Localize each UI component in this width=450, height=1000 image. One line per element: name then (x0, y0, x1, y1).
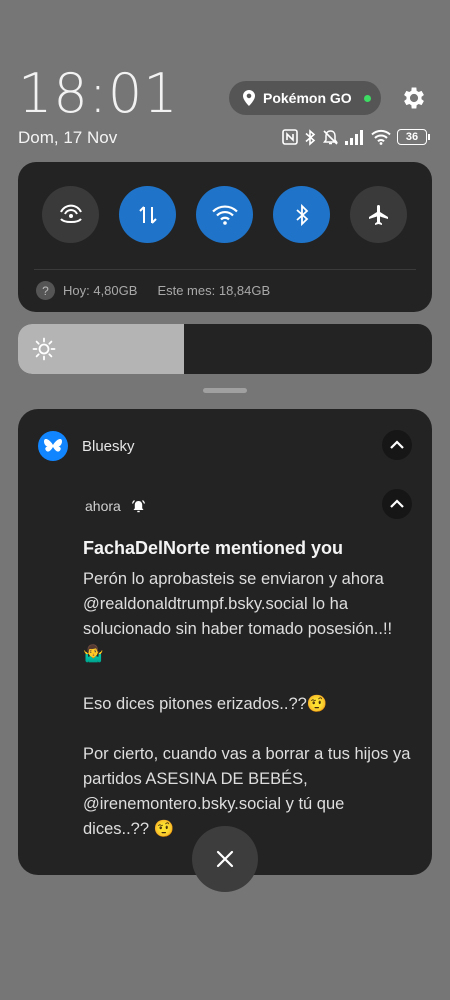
settings-gear-icon[interactable] (400, 84, 428, 112)
bluetooth-icon (295, 203, 308, 226)
notification-card[interactable]: Bluesky ahora FachaDelNorte mentioned yo… (18, 409, 432, 875)
notification-time: ahora (85, 498, 121, 514)
bluetooth-status-icon (305, 128, 316, 146)
status-bar-icons: 36 (282, 126, 430, 148)
help-icon: ? (36, 281, 55, 300)
airplane-mode-icon (368, 204, 388, 225)
notification-app-name: Bluesky (82, 437, 135, 455)
close-icon (216, 850, 234, 868)
chevron-up-icon (390, 499, 404, 508)
drag-handle[interactable] (203, 388, 247, 393)
notification-body: Perón lo aprobasteis se enviaron y ahora… (83, 570, 411, 838)
bluesky-butterfly-icon (38, 431, 68, 461)
hotspot-toggle[interactable] (42, 186, 99, 243)
mobile-data-toggle[interactable] (119, 186, 176, 243)
quick-toggles-row (42, 186, 407, 243)
divider (34, 269, 416, 270)
data-usage-month: Este mes: 18,84GB (157, 283, 271, 298)
wifi-toggle[interactable] (196, 186, 253, 243)
chevron-up-icon (390, 440, 404, 449)
active-app-name: Pokémon GO (263, 90, 352, 106)
quick-settings-panel: ? Hoy: 4,80GB Este mes: 18,84GB (18, 162, 432, 312)
mobile-data-icon (138, 205, 157, 224)
nfc-icon (282, 129, 298, 145)
collapse-group-button[interactable] (382, 430, 412, 460)
notification-time-row: ahora (85, 498, 146, 514)
silent-bell-icon (323, 129, 338, 145)
bluetooth-toggle[interactable] (273, 186, 330, 243)
date-label: Dom, 17 Nov (18, 128, 118, 147)
data-usage-row[interactable]: ? Hoy: 4,80GB Este mes: 18,84GB (36, 281, 270, 300)
battery-icon: 36 (397, 129, 430, 145)
location-pin-icon (243, 90, 255, 106)
airplane-mode-toggle[interactable] (350, 186, 407, 243)
clock: 18:01 (18, 62, 179, 125)
alarm-bell-icon (131, 499, 145, 512)
clear-notifications-button[interactable] (192, 826, 258, 892)
wifi-status-icon (371, 129, 391, 145)
wifi-icon (211, 204, 238, 225)
data-usage-today: Hoy: 4,80GB (63, 283, 138, 298)
brightness-slider[interactable] (18, 324, 432, 374)
active-indicator-dot (363, 94, 371, 102)
active-app-pill[interactable]: Pokémon GO (229, 81, 381, 115)
notification-title: FachaDelNorte mentioned you (83, 538, 344, 558)
signal-icon (345, 129, 363, 145)
notification-header: Bluesky (38, 431, 135, 461)
brightness-sun-icon (32, 337, 56, 361)
collapse-notification-button[interactable] (382, 489, 412, 519)
hotspot-icon (59, 204, 82, 223)
